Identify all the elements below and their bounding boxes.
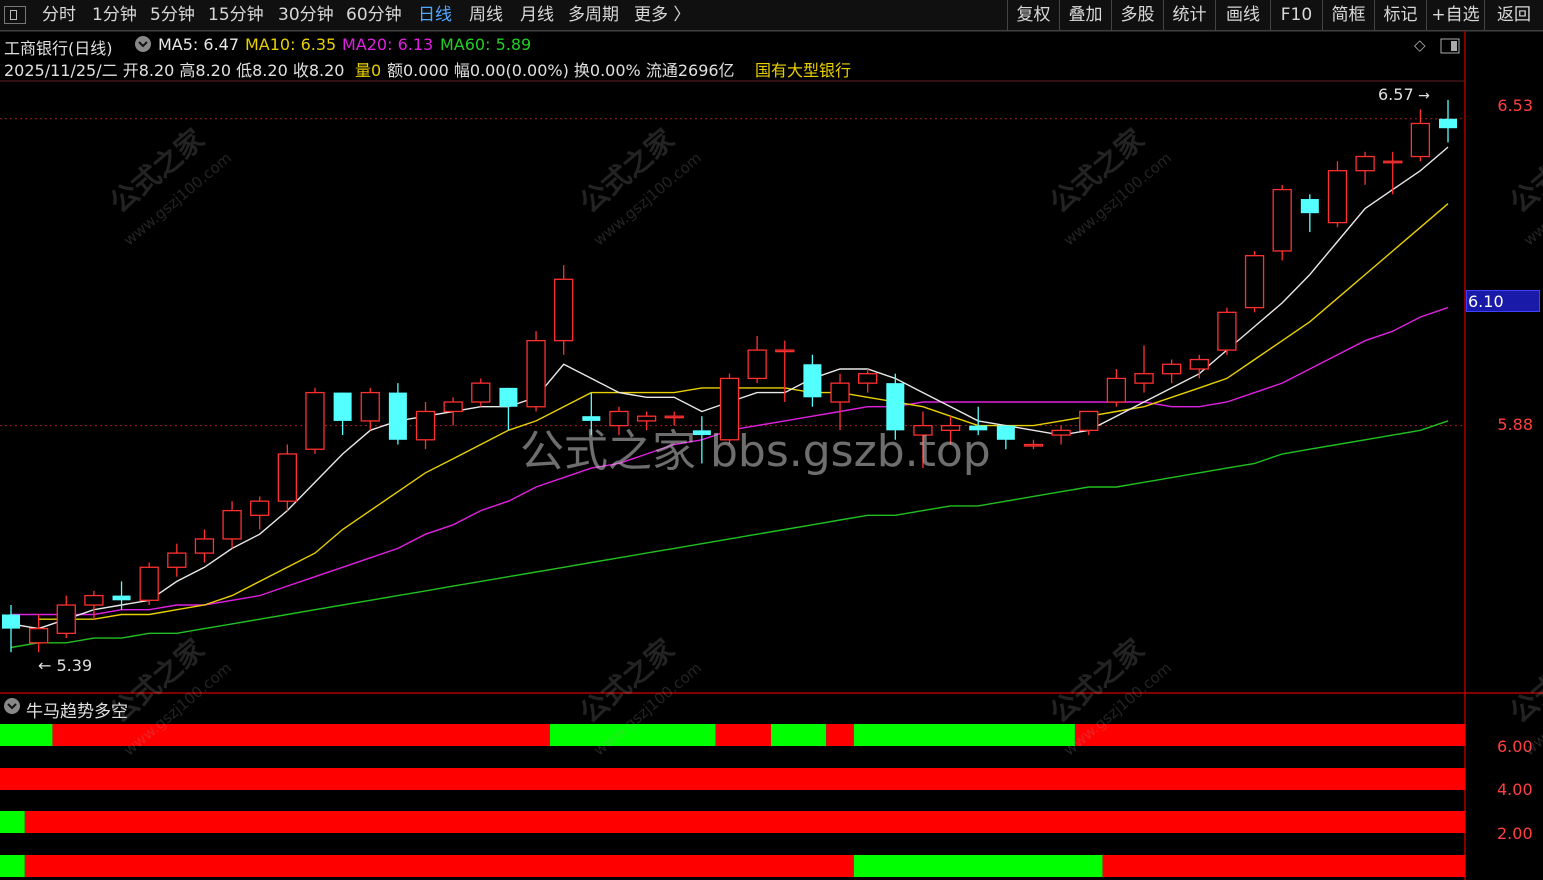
candle-body-50 xyxy=(1383,160,1403,164)
candle-body-40 xyxy=(1106,377,1127,403)
indicator-bar-3-0 xyxy=(0,855,25,877)
candle-body-28 xyxy=(775,349,795,353)
candle-body-36 xyxy=(996,425,1015,440)
candle-body-52 xyxy=(1439,118,1457,129)
candle-body-2 xyxy=(56,604,76,634)
candle-body-47 xyxy=(1300,199,1319,214)
candle-body-29 xyxy=(803,364,822,398)
candle-body-44 xyxy=(1217,311,1237,351)
indicator-bar-0-0 xyxy=(0,724,53,746)
indicator-bar-0-3 xyxy=(715,724,771,746)
indicator-bar-1-0 xyxy=(0,768,1465,790)
candle-body-13 xyxy=(360,391,380,422)
candle-body-11 xyxy=(305,391,325,450)
indicator-bar-0-7 xyxy=(1074,724,1465,746)
candle-body-14 xyxy=(388,392,407,440)
ind-axis-4: 4.00 xyxy=(1497,780,1533,799)
candle-body-1 xyxy=(28,627,49,644)
candle-body-41 xyxy=(1134,373,1154,384)
candle-body-43 xyxy=(1189,358,1209,370)
candle-body-30 xyxy=(830,382,850,403)
candle-body-45 xyxy=(1244,255,1265,309)
ind-axis-2: 2.00 xyxy=(1497,824,1533,843)
candle-body-39 xyxy=(1079,410,1099,431)
candle-body-0 xyxy=(2,614,20,629)
candle-body-46 xyxy=(1272,188,1292,252)
candle-body-15 xyxy=(415,410,436,441)
indicator-bar-2-0 xyxy=(0,811,25,833)
candle-body-37 xyxy=(1023,443,1044,447)
price-label-high: 6.53 xyxy=(1497,96,1533,115)
low-marker: ← 5.39 xyxy=(38,656,93,675)
indicator-bar-0-6 xyxy=(853,724,1075,746)
candle-body-38 xyxy=(1051,429,1071,436)
candle-body-19 xyxy=(526,340,546,408)
candle-body-12 xyxy=(333,392,352,421)
candle-body-42 xyxy=(1162,363,1182,375)
candle-body-49 xyxy=(1355,155,1375,172)
candle-body-51 xyxy=(1410,122,1431,158)
indicator-bar-2-1 xyxy=(24,811,1466,833)
candle-body-27 xyxy=(747,349,767,380)
candle-body-6 xyxy=(167,552,187,568)
candle-body-8 xyxy=(222,509,242,540)
indicator-bar-3-1 xyxy=(24,855,854,877)
price-label-low: 5.88 xyxy=(1497,415,1533,434)
indicator-bar-0-4 xyxy=(770,724,827,746)
ma10-line xyxy=(38,203,1449,620)
candle-body-18 xyxy=(499,387,518,407)
indicator-bar-3-3 xyxy=(1102,855,1465,877)
high-marker: 6.57 → xyxy=(1378,85,1430,104)
candle-body-4 xyxy=(112,595,131,601)
candle-body-16 xyxy=(443,401,463,413)
candle-body-7 xyxy=(194,538,215,554)
indicator-toggle-icon-2[interactable] xyxy=(3,697,21,719)
candle-body-3 xyxy=(84,594,104,606)
candle-body-48 xyxy=(1327,170,1348,224)
current-price-tag: 6.10 xyxy=(1466,290,1540,312)
candle-body-17 xyxy=(471,382,491,403)
candle-body-5 xyxy=(139,566,159,601)
center-watermark: 公式之家 bbs.gszb.top xyxy=(520,426,991,477)
candle-body-10 xyxy=(277,453,297,502)
candle-body-20 xyxy=(554,278,574,342)
candle-body-31 xyxy=(858,373,878,384)
indicator-bar-0-5 xyxy=(826,724,854,746)
candle-body-9 xyxy=(250,500,270,516)
indicator-bar-3-2 xyxy=(853,855,1103,877)
